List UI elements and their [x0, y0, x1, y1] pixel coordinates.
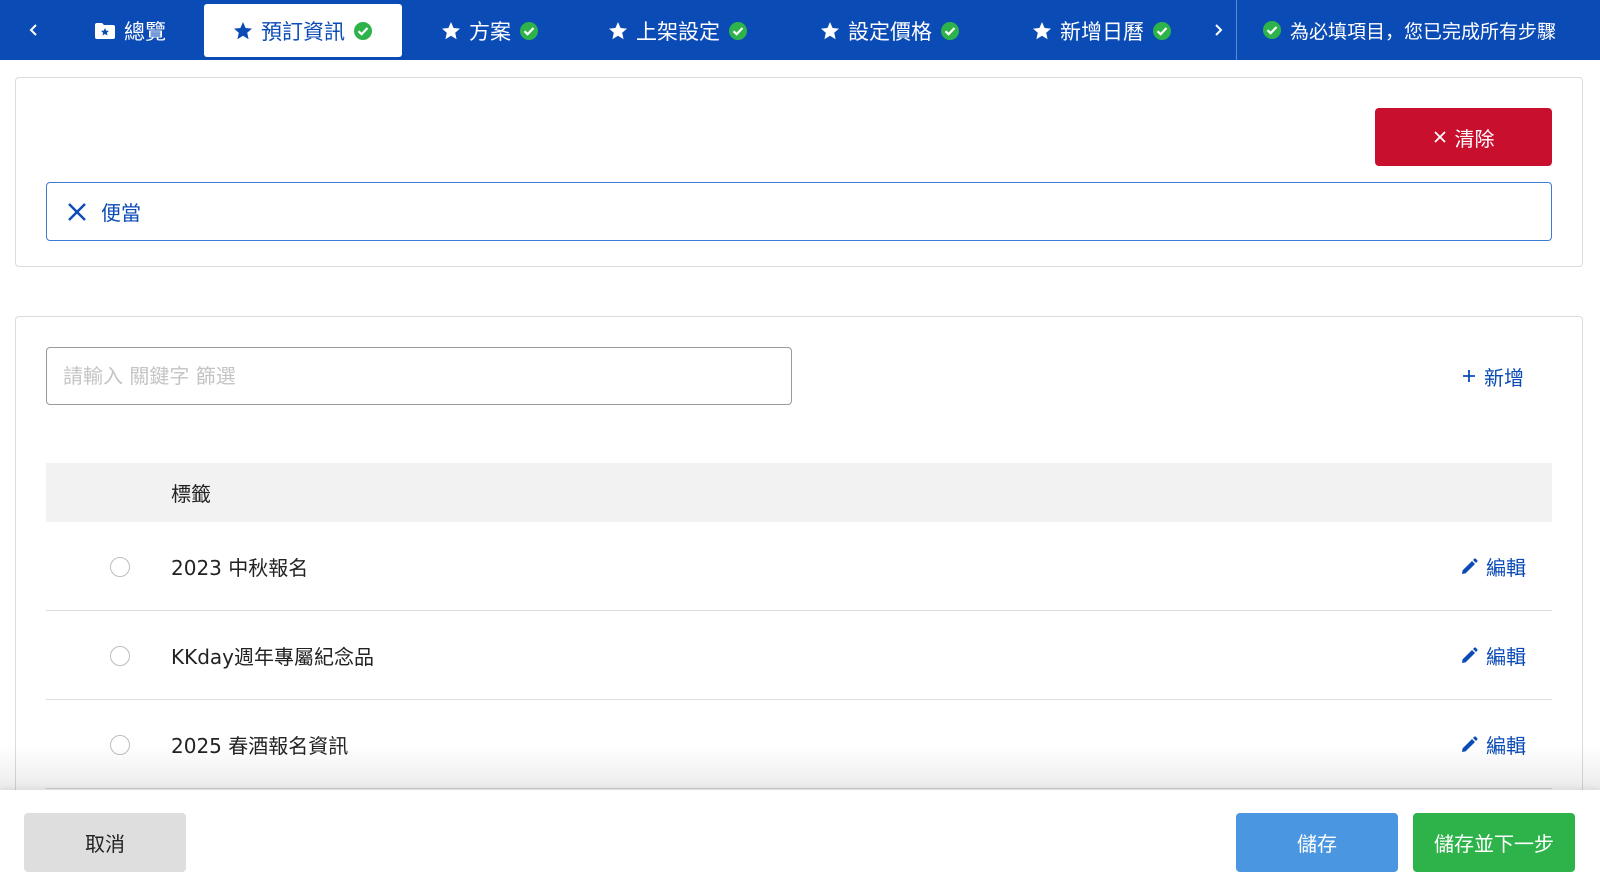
selected-tag-field: 便當 [46, 182, 1552, 241]
add-button[interactable]: 新增 [1462, 358, 1524, 394]
tab-listing-settings[interactable]: 上架設定 [588, 4, 768, 57]
tab-label: 預訂資訊 [261, 19, 345, 44]
edit-label: 編輯 [1486, 734, 1526, 758]
row-label: KKday週年專屬紀念品 [171, 645, 375, 669]
row-radio[interactable] [110, 557, 130, 577]
completion-status: 為必填項目，您已完成所有步驟 [1262, 0, 1556, 60]
clear-button[interactable]: 清除 [1375, 108, 1552, 166]
column-header-tag: 標籤 [171, 482, 211, 506]
remove-tag-icon[interactable] [67, 202, 87, 222]
check-circle-icon [1263, 21, 1281, 39]
row-radio[interactable] [110, 735, 130, 755]
star-icon [234, 21, 252, 39]
status-label: 為必填項目，您已完成所有步驟 [1290, 20, 1557, 43]
check-circle-icon [520, 21, 538, 40]
row-label: 2023 中秋報名 [171, 556, 309, 580]
row-label: 2025 春酒報名資訊 [171, 734, 349, 758]
edit-button[interactable]: 編輯 [1460, 700, 1526, 789]
tab-label: 新增日曆 [1060, 19, 1144, 44]
tab-label: 方案 [469, 19, 511, 44]
table-header: 標籤 [46, 463, 1552, 522]
star-icon [609, 21, 627, 39]
edit-button[interactable]: 編輯 [1460, 522, 1526, 611]
selected-tag: 便當 [101, 201, 141, 225]
check-circle-icon [729, 21, 747, 40]
chevron-right-icon[interactable] [1198, 0, 1238, 60]
pencil-icon [1462, 557, 1478, 574]
tab-set-price[interactable]: 設定價格 [800, 4, 980, 57]
tab-label: 總覽 [124, 19, 166, 44]
chevron-left-icon[interactable] [14, 0, 54, 60]
row-radio[interactable] [110, 646, 130, 666]
close-icon [1433, 131, 1446, 143]
table-row: 2023 中秋報名 編輯 [46, 522, 1552, 611]
pencil-icon [1462, 646, 1478, 663]
clear-button-label: 清除 [1454, 126, 1495, 151]
table-row: KKday週年專屬紀念品 編輯 [46, 611, 1552, 700]
star-icon [821, 21, 839, 39]
pencil-icon [1462, 735, 1478, 752]
tab-add-calendar[interactable]: 新增日曆 [1012, 4, 1192, 57]
table-row: 2025 春酒報名資訊 編輯 [46, 700, 1552, 789]
check-circle-icon [354, 21, 372, 40]
tab-overview[interactable]: 總覽 [66, 4, 194, 57]
plus-icon [1463, 370, 1475, 382]
star-icon [1033, 21, 1051, 39]
edit-button[interactable]: 編輯 [1460, 611, 1526, 700]
save-button[interactable]: 儲存 [1236, 813, 1398, 872]
edit-label: 編輯 [1486, 645, 1526, 669]
tab-plan[interactable]: 方案 [424, 4, 556, 57]
keyword-filter-input[interactable] [46, 347, 792, 405]
save-and-next-button[interactable]: 儲存並下一步 [1413, 813, 1575, 872]
tab-label: 設定價格 [848, 19, 932, 44]
folder-star-icon [95, 22, 115, 39]
tab-booking-info[interactable]: 預訂資訊 [204, 4, 402, 57]
tab-label: 上架設定 [636, 19, 720, 44]
check-circle-icon [1153, 21, 1171, 40]
star-icon [442, 21, 460, 39]
add-button-label: 新增 [1484, 365, 1524, 390]
divider [1236, 0, 1237, 60]
cancel-button[interactable]: 取消 [24, 813, 186, 872]
step-navigation-bar: 總覽 預訂資訊 方案 上架設定 設定價格 新增日曆 為必填項目，您已完成所有步驟 [0, 0, 1600, 60]
edit-label: 編輯 [1486, 556, 1526, 580]
check-circle-icon [941, 21, 959, 40]
